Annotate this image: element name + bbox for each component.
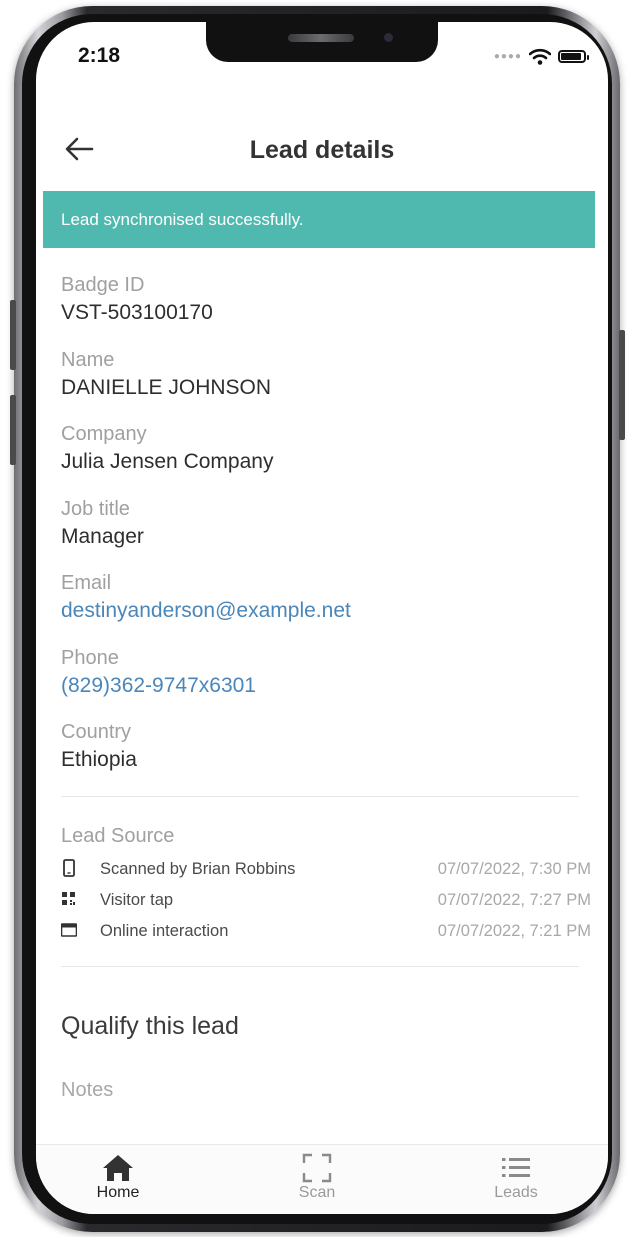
page-title: Lead details [249, 136, 395, 164]
front-camera [384, 33, 393, 42]
power-button [619, 330, 625, 440]
browser-window-icon [61, 923, 77, 937]
tab-label: Leads [494, 1184, 538, 1201]
phone-icon [63, 859, 75, 877]
divider [61, 796, 579, 797]
field-company: Company Julia Jensen Company [61, 421, 591, 496]
field-value: Julia Jensen Company [61, 450, 274, 473]
field-label: Email [61, 572, 112, 594]
field-name: Name DANIELLE JOHNSON [61, 347, 591, 422]
lead-source-text: Online interaction [100, 922, 229, 940]
field-phone: Phone (829)362-9747x6301 [61, 645, 591, 720]
tab-scan[interactable]: Scan [257, 1151, 377, 1202]
qualify-lead-heading: Qualify this lead [61, 1012, 239, 1040]
lead-fields: Badge ID VST-503100170 Name DANIELLE JOH… [61, 272, 591, 794]
tab-home[interactable]: Home [58, 1151, 178, 1202]
field-country: Country Ethiopia [61, 719, 591, 794]
field-email: Email destinyanderson@example.net [61, 570, 591, 645]
field-label: Job title [61, 497, 130, 520]
field-label: Company [61, 423, 147, 445]
wifi-icon [529, 48, 551, 65]
app-screen: 2:18 ●●●● Lead details Lead synchronised… [36, 22, 608, 1214]
volume-down-button [10, 395, 16, 465]
divider [61, 966, 579, 967]
scan-icon [302, 1153, 332, 1183]
notch [206, 22, 438, 62]
phone-link[interactable]: (829)362-9747x6301 [61, 671, 591, 701]
battery-icon [558, 50, 589, 63]
status-icons: ●●●● [493, 48, 589, 65]
field-label: Phone [61, 646, 119, 669]
field-label: Country [61, 721, 132, 743]
sync-success-banner: Lead synchronised successfully. [43, 191, 595, 248]
field-value: VST-503100170 [61, 301, 213, 324]
lead-source-text: Scanned by Brian Robbins [100, 860, 296, 878]
email-link[interactable]: destinyanderson@example.net [61, 596, 591, 626]
speaker-grille [288, 34, 354, 42]
lead-source-timestamp: 07/07/2022, 7:21 PM [437, 922, 591, 940]
field-label: Badge ID [61, 274, 145, 296]
lead-source-item: Scanned by Brian Robbins 07/07/2022, 7:3… [61, 856, 591, 884]
tab-label: Home [96, 1184, 140, 1201]
list-icon [502, 1158, 530, 1177]
lead-source-timestamp: 07/07/2022, 7:30 PM [437, 860, 591, 878]
signal-icon: ●●●● [493, 51, 522, 62]
field-label: Name [61, 348, 115, 371]
field-value: DANIELLE JOHNSON [61, 375, 272, 399]
volume-up-button [10, 300, 16, 370]
qr-code-icon [62, 892, 75, 905]
field-value: Manager [61, 524, 144, 548]
home-icon [103, 1155, 133, 1181]
field-badge-id: Badge ID VST-503100170 [61, 272, 591, 347]
status-time: 2:18 [78, 44, 121, 67]
lead-source-text: Visitor tap [100, 891, 174, 909]
lead-source-item: Visitor tap 07/07/2022, 7:27 PM [61, 887, 591, 915]
tab-label: Scan [298, 1184, 336, 1201]
notes-field[interactable]: Notes [61, 1079, 113, 1102]
lead-source-item: Online interaction 07/07/2022, 7:21 PM [61, 918, 591, 946]
field-value: Ethiopia [61, 748, 137, 771]
field-job-title: Job title Manager [61, 496, 591, 571]
tab-leads[interactable]: Leads [456, 1151, 576, 1202]
lead-source-timestamp: 07/07/2022, 7:27 PM [437, 891, 591, 909]
lead-source-label: Lead Source [61, 825, 175, 847]
app-header: Lead details [36, 122, 608, 180]
bottom-tab-bar: Home Scan Leads [36, 1144, 608, 1214]
